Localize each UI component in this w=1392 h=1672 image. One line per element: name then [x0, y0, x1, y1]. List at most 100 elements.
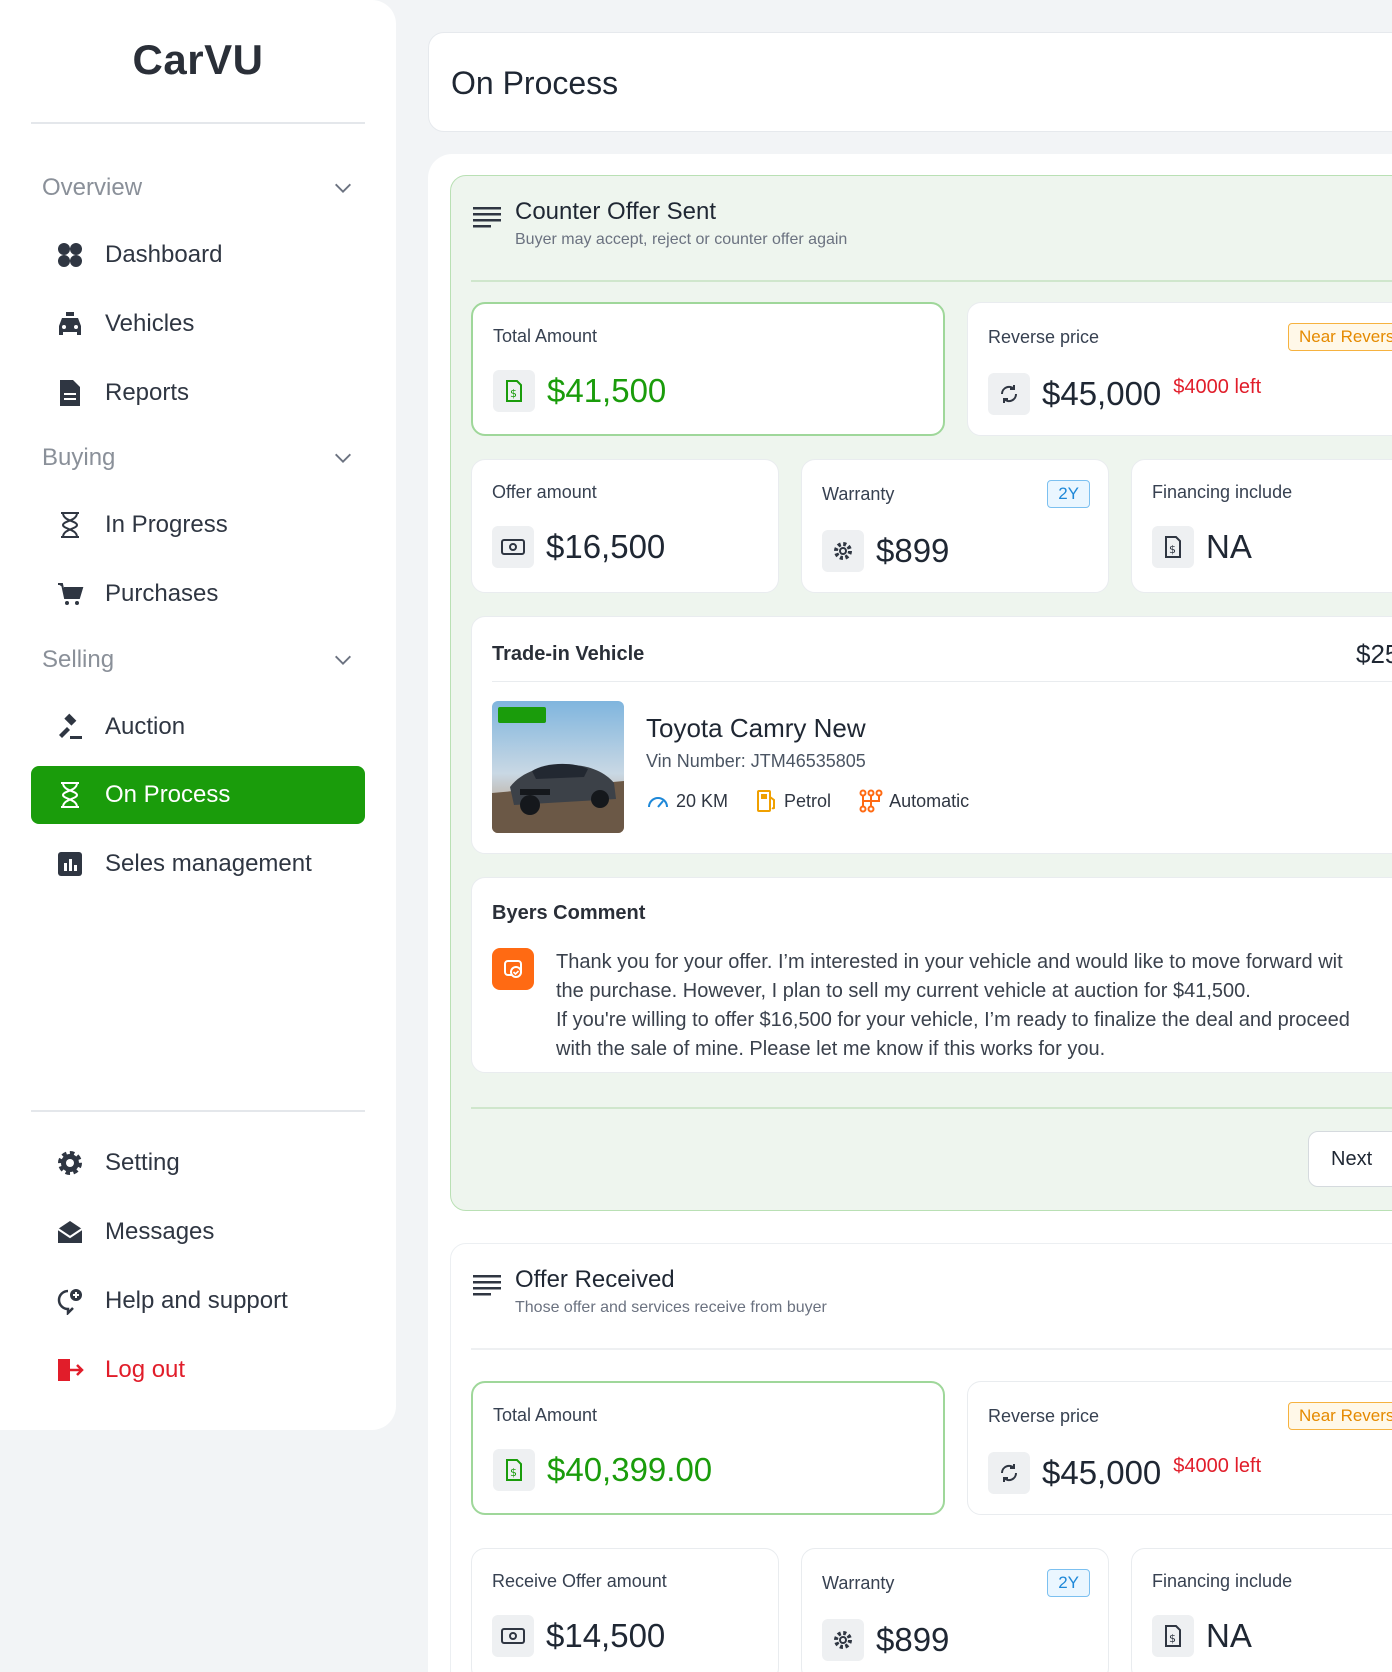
sidebar-item-label: Reports — [105, 379, 190, 406]
cart-icon — [55, 579, 85, 609]
transmission-spec: Automatic — [859, 789, 969, 813]
section-buying[interactable]: Buying — [42, 438, 354, 478]
section-label: Selling — [42, 646, 115, 673]
warranty-value: $899 — [876, 532, 950, 569]
trade-in-vehicle-card: Trade-in Vehicle $25,00 Toyota Camry New… — [471, 616, 1392, 854]
reverse-price-card: Reverse price Near Revers $45,000 $4000 … — [967, 1381, 1392, 1515]
section-subtitle: Buyer may accept, reject or counter offe… — [515, 231, 848, 248]
sidebar-item-label: On Process — [105, 781, 231, 808]
bar-chart-icon — [55, 849, 85, 879]
chevron-down-icon — [335, 453, 351, 463]
card-label: Total Amount — [493, 326, 598, 346]
svg-text:$: $ — [510, 387, 517, 400]
vehicle-vin: Vin Number: JTM46535805 — [646, 751, 866, 771]
sidebar-item-label: Auction — [105, 713, 186, 740]
dashboard-icon — [55, 240, 85, 270]
gear-icon — [822, 530, 864, 572]
reverse-price-card: Reverse price Near Revers $45,000 $4000 … — [967, 302, 1392, 436]
vehicle-image[interactable] — [492, 701, 624, 833]
total-amount-card: Total Amount $ $40,399.00 — [471, 1381, 945, 1515]
sidebar-item-label: Help and support — [105, 1287, 288, 1314]
card-label: Total Amount — [493, 1405, 598, 1425]
section-overview[interactable]: Overview — [42, 168, 354, 208]
reverse-price-value: $45,000 — [1042, 375, 1162, 412]
gavel-icon — [55, 712, 85, 742]
transmission-value: Automatic — [889, 790, 970, 811]
car-icon — [55, 309, 85, 339]
fuel-spec: Petrol — [756, 789, 831, 813]
warranty-card: Warranty 2Y $899 — [801, 459, 1109, 593]
sidebar-item-reports[interactable]: Reports — [31, 364, 365, 422]
svg-text:$: $ — [1169, 543, 1176, 556]
comment-line: If you're willing to offer $16,500 for y… — [556, 1009, 1350, 1031]
comment-line: Thank you for your offer. I’m interested… — [556, 951, 1343, 973]
sidebar-item-help[interactable]: Help and support — [31, 1272, 365, 1330]
sidebar-item-vehicles[interactable]: Vehicles — [31, 295, 365, 353]
next-button[interactable]: Next — [1308, 1131, 1392, 1187]
sidebar-item-label: Dashboard — [105, 241, 223, 268]
card-label: Reverse price — [988, 1406, 1100, 1426]
financing-value: NA — [1206, 1617, 1252, 1654]
trade-in-price: $25,00 — [1356, 639, 1392, 669]
section-title: Offer Received — [515, 1266, 675, 1293]
comment-title: Byers Comment — [492, 902, 646, 924]
menu-lines-icon — [473, 1275, 501, 1296]
total-amount-value: $41,500 — [547, 372, 667, 409]
divider — [31, 1110, 365, 1112]
warranty-card: Warranty 2Y $899 — [801, 1548, 1109, 1672]
reverse-price-value: $45,000 — [1042, 1454, 1162, 1491]
comment-line: with the sale of mine. Please let me kno… — [556, 1038, 1106, 1060]
buyers-comment-card: Byers Comment Thank you for your offer. … — [471, 877, 1392, 1073]
sidebar-item-in-progress[interactable]: In Progress — [31, 496, 365, 554]
document-icon — [55, 378, 85, 408]
divider — [471, 280, 1392, 282]
card-label: Financing include — [1152, 482, 1293, 502]
warranty-years-badge: 2Y — [1047, 1569, 1090, 1597]
help-support-icon — [55, 1286, 85, 1316]
hourglass-icon — [55, 510, 85, 540]
chevron-down-icon — [335, 655, 351, 665]
sidebar-item-setting[interactable]: Setting — [31, 1134, 365, 1192]
offer-received-section: Offer Received Those offer and services … — [450, 1243, 1392, 1672]
money-document-icon: $ — [493, 370, 535, 412]
money-document-icon: $ — [1152, 526, 1194, 568]
card-label: Reverse price — [988, 327, 1100, 347]
card-label: Receive Offer amount — [492, 1571, 667, 1591]
section-selling[interactable]: Selling — [42, 640, 354, 680]
gearbox-icon — [859, 789, 883, 813]
sidebar-item-messages[interactable]: Messages — [31, 1203, 365, 1261]
card-label: Warranty — [822, 484, 895, 504]
counter-offer-section: Counter Offer Sent Buyer may accept, rej… — [450, 175, 1392, 1211]
sidebar-item-label: Messages — [105, 1218, 215, 1245]
near-reverse-badge: Near Revers — [1288, 323, 1392, 351]
envelope-open-icon — [55, 1217, 85, 1247]
section-subtitle: Those offer and services receive from bu… — [515, 1299, 827, 1316]
menu-lines-icon — [473, 207, 501, 228]
hourglass-icon — [55, 780, 85, 810]
sidebar-item-label: Seles management — [105, 850, 312, 877]
comment-text: Thank you for your offer. I’m interested… — [556, 948, 1392, 1064]
comment-line: the purchase. However, I plan to sell my… — [556, 980, 1251, 1002]
refresh-icon — [988, 1452, 1030, 1494]
sidebar-item-on-process[interactable]: On Process — [31, 766, 365, 824]
vehicle-specs: 20 KM Petrol Automatic — [646, 789, 997, 813]
cash-icon — [492, 1615, 534, 1657]
comment-badge-icon — [492, 948, 534, 990]
sidebar-item-dashboard[interactable]: Dashboard — [31, 226, 365, 284]
page-title: On Process — [451, 65, 619, 101]
section-label: Buying — [42, 444, 116, 471]
sidebar-item-sales-management[interactable]: Seles management — [31, 835, 365, 893]
money-document-icon: $ — [493, 1449, 535, 1491]
section-title: Counter Offer Sent — [515, 198, 716, 225]
sidebar-item-logout[interactable]: Log out — [31, 1341, 365, 1399]
sidebar-item-label: Setting — [105, 1149, 180, 1176]
sidebar-item-auction[interactable]: Auction — [31, 698, 365, 756]
svg-text:$: $ — [1169, 1632, 1176, 1645]
money-document-icon: $ — [1152, 1615, 1194, 1657]
page-header: On Process — [428, 32, 1392, 132]
section-label: Overview — [42, 174, 143, 201]
divider — [31, 122, 365, 124]
cash-icon — [492, 526, 534, 568]
brand-logo: CarVU — [132, 36, 264, 83]
sidebar-item-purchases[interactable]: Purchases — [31, 565, 365, 623]
